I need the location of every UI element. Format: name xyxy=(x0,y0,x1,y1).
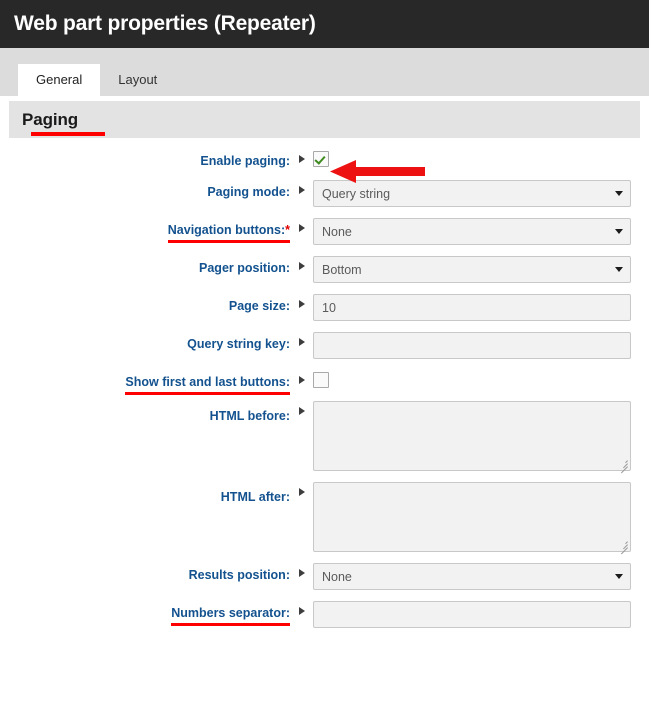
field-control-cell xyxy=(313,482,649,555)
section-paging-header: Paging xyxy=(9,101,640,138)
field-label: HTML after: xyxy=(220,490,290,504)
form-label-cell: Results position: xyxy=(0,563,290,583)
expand-triangle-icon[interactable] xyxy=(298,607,305,615)
field-control-cell: None xyxy=(313,563,649,590)
chevron-down-icon xyxy=(615,266,623,272)
dropdown-select[interactable]: Bottom xyxy=(313,256,631,283)
tab-general[interactable]: General xyxy=(18,64,101,96)
field-marker-cell xyxy=(290,601,313,615)
dropdown-select[interactable]: None xyxy=(313,563,631,590)
expand-triangle-icon[interactable] xyxy=(298,262,305,270)
form-row: Query string key: xyxy=(0,332,649,359)
chevron-down-icon xyxy=(615,190,623,196)
expand-triangle-icon[interactable] xyxy=(298,224,305,232)
field-label: Page size: xyxy=(228,299,290,313)
chevron-down-icon xyxy=(615,228,623,234)
field-marker-cell xyxy=(290,294,313,308)
text-input[interactable] xyxy=(313,332,631,359)
dropdown-selected-value: Bottom xyxy=(322,262,362,277)
field-label: Navigation buttons:* xyxy=(167,223,291,243)
field-control-cell: Bottom xyxy=(313,256,649,283)
expand-triangle-icon[interactable] xyxy=(298,186,305,194)
form-label-cell: HTML before: xyxy=(0,401,290,424)
expand-triangle-icon[interactable] xyxy=(298,155,305,163)
form-label-cell: Navigation buttons:* xyxy=(0,218,291,243)
form-label-cell: Show first and last buttons: xyxy=(0,370,290,395)
dropdown-selected-value: None xyxy=(322,569,352,584)
field-marker-cell xyxy=(290,256,313,270)
field-label: Results position: xyxy=(188,568,290,582)
text-input-value: 10 xyxy=(322,300,336,315)
expand-triangle-icon[interactable] xyxy=(298,407,305,415)
dropdown-selected-value: None xyxy=(322,224,352,239)
form-row: HTML before: xyxy=(0,401,649,474)
field-marker-cell xyxy=(290,370,313,384)
field-control-cell: None xyxy=(313,218,649,245)
field-marker-cell xyxy=(290,218,313,232)
dropdown-selected-value: Query string xyxy=(322,186,391,201)
field-label: Query string key: xyxy=(187,337,290,351)
form-label-cell: Page size: xyxy=(0,294,290,314)
form-row: Page size: 10 xyxy=(0,294,649,321)
dropdown-select[interactable]: None xyxy=(313,218,631,245)
section-title-red-underline xyxy=(31,132,105,136)
field-label: HTML before: xyxy=(209,409,290,423)
textarea-input[interactable] xyxy=(313,401,631,474)
form-row: Results position: None xyxy=(0,563,649,590)
field-label: Enable paging: xyxy=(200,154,290,168)
field-control-cell xyxy=(313,601,649,628)
field-marker-cell xyxy=(290,401,313,415)
required-asterisk: * xyxy=(285,223,290,237)
form-row: Pager position: Bottom xyxy=(0,256,649,283)
field-control-cell: Query string xyxy=(313,180,649,207)
field-label: Numbers separator: xyxy=(171,606,290,626)
field-label: Show first and last buttons: xyxy=(125,375,290,395)
section-header-wrapper: Paging xyxy=(0,96,649,138)
form-row: HTML after: xyxy=(0,482,649,555)
form-row: Numbers separator: xyxy=(0,601,649,628)
tab-bar: General Layout xyxy=(0,48,649,96)
form-label-cell: Pager position: xyxy=(0,256,290,276)
form-row: Navigation buttons:* None xyxy=(0,218,649,245)
field-label: Pager position: xyxy=(199,261,290,275)
form-label-cell: Paging mode: xyxy=(0,180,290,200)
expand-triangle-icon[interactable] xyxy=(298,338,305,346)
field-label: Paging mode: xyxy=(207,185,290,199)
expand-triangle-icon[interactable] xyxy=(298,488,305,496)
window-titlebar: Web part properties (Repeater) xyxy=(0,0,649,48)
paging-properties-form: Enable paging: Paging mode: Query string Na… xyxy=(0,138,649,628)
form-label-cell: HTML after: xyxy=(0,482,290,505)
field-control-cell xyxy=(313,401,649,474)
form-row: Show first and last buttons: xyxy=(0,370,649,395)
field-control-cell xyxy=(313,370,649,388)
field-marker-cell xyxy=(290,149,313,163)
field-control-cell xyxy=(313,332,649,359)
expand-triangle-icon[interactable] xyxy=(298,376,305,384)
resize-handle-icon[interactable] xyxy=(618,539,628,555)
form-label-cell: Query string key: xyxy=(0,332,290,352)
text-input[interactable]: 10 xyxy=(313,294,631,321)
expand-triangle-icon[interactable] xyxy=(298,569,305,577)
dropdown-select[interactable]: Query string xyxy=(313,180,631,207)
field-marker-cell xyxy=(290,482,313,496)
field-marker-cell xyxy=(290,180,313,194)
text-input[interactable] xyxy=(313,601,631,628)
form-label-cell: Numbers separator: xyxy=(0,601,290,626)
form-row: Paging mode: Query string xyxy=(0,180,649,207)
expand-triangle-icon[interactable] xyxy=(298,300,305,308)
checkbox-checked[interactable] xyxy=(313,151,329,167)
section-title: Paging xyxy=(22,109,79,129)
page-title: Web part properties (Repeater) xyxy=(14,12,316,35)
field-control-cell xyxy=(313,149,649,167)
tab-layout[interactable]: Layout xyxy=(100,64,175,96)
resize-handle-icon[interactable] xyxy=(618,458,628,474)
form-row: Enable paging: xyxy=(0,149,649,169)
chevron-down-icon xyxy=(615,573,623,579)
field-marker-cell xyxy=(290,332,313,346)
form-label-cell: Enable paging: xyxy=(0,149,290,169)
field-marker-cell xyxy=(290,563,313,577)
textarea-input[interactable] xyxy=(313,482,631,555)
field-control-cell: 10 xyxy=(313,294,649,321)
checkbox-unchecked[interactable] xyxy=(313,372,329,388)
